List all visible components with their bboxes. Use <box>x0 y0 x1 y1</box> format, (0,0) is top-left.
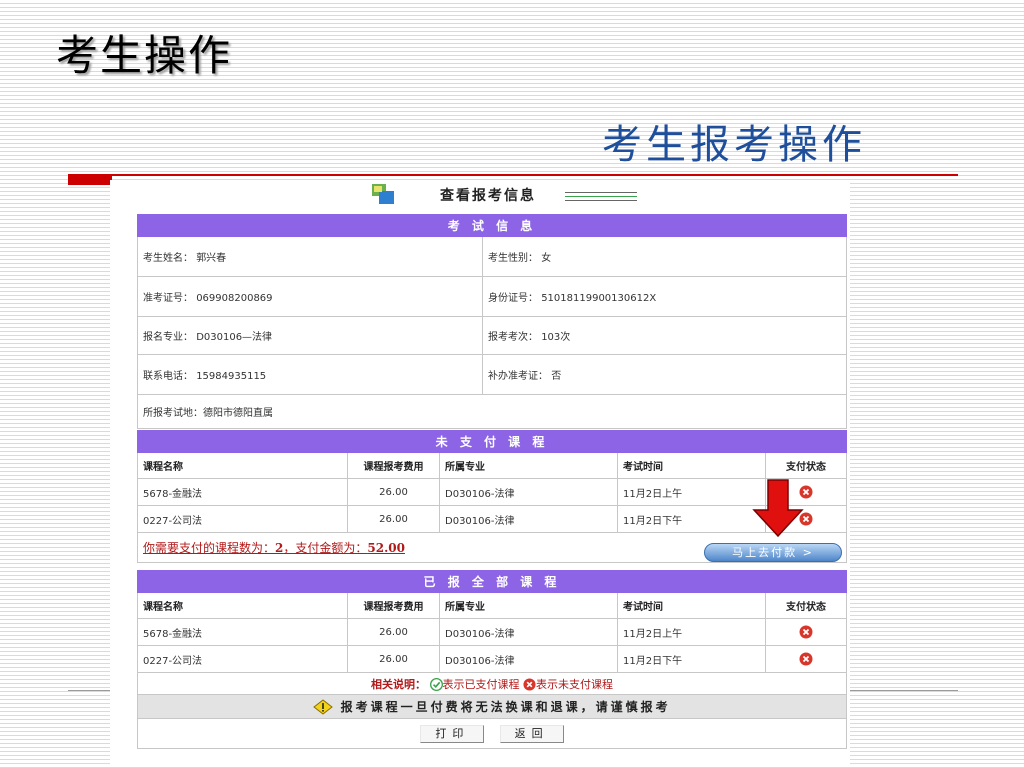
ticket-reissue: 否 <box>551 371 562 382</box>
paid-check-icon <box>429 678 443 691</box>
location-cell: 所报考试地：德阳市德阳直属 <box>137 394 847 429</box>
col-major: 所属专业 <box>439 452 618 479</box>
exam-location: 德阳市德阳直属 <box>203 408 273 419</box>
action-row: 打印 返回 <box>137 718 847 749</box>
warning-cell: 报考课程一旦付费将无法换课和退课，请谨慎报考 <box>137 694 847 719</box>
col-pay-status: 支付状态 <box>765 592 847 619</box>
col-exam-time: 考试时间 <box>617 592 766 619</box>
gender-cell: 考生性别： 女 <box>482 236 847 277</box>
name-cell: 考生姓名： 郭兴春 <box>137 236 483 277</box>
col-pay-status: 支付状态 <box>765 452 847 479</box>
exam-info-header: 考 试 信 息 <box>137 214 847 237</box>
registered-major: D030106—法律 <box>196 332 273 343</box>
phone-number: 15984935115 <box>196 371 267 382</box>
table-row: 5678-金融法 26.00 D030106-法律 11月2日上午 <box>137 618 847 646</box>
col-course-name: 课程名称 <box>137 452 348 479</box>
slide-title: 考生操作 <box>56 31 233 80</box>
course-name: 5678-金融法 <box>137 478 348 506</box>
table-row: 5678-金融法 26.00 D030106-法律 11月2日上午 <box>137 478 847 506</box>
course-major: D030106-法律 <box>439 618 618 646</box>
candidate-gender: 女 <box>541 253 552 264</box>
course-time: 11月2日下午 <box>617 645 766 673</box>
candidate-name: 郭兴春 <box>196 253 227 264</box>
slide-subtitle: 考生报考操作 <box>602 122 866 168</box>
course-name: 5678-金融法 <box>137 618 348 646</box>
legend: 相关说明： 表示已支付课程 表示未支付课程 <box>137 672 847 695</box>
payment-summary-text: 你需要支付的课程数为：2，支付金额为：52.00 <box>143 541 405 555</box>
attempts-cell: 报考考次： 103次 <box>482 316 847 355</box>
header-decoration <box>565 192 637 204</box>
id-cell: 身份证号： 510181199001306​12X <box>482 276 847 317</box>
exam-attempts: 103次 <box>541 332 571 343</box>
panel-header: 查看报考信息 <box>110 180 850 210</box>
warning-row: 报考课程一旦付费将无法换课和退课，请谨慎报考 <box>137 694 847 719</box>
course-major: D030106-法律 <box>439 505 618 533</box>
col-exam-time: 考试时间 <box>617 452 766 479</box>
legend-row: 相关说明： 表示已支付课程 表示未支付课程 <box>137 672 847 695</box>
course-fee: 26.00 <box>347 645 440 673</box>
table-row: 0227-公司法 26.00 D030106-法律 11月2日下午 <box>137 505 847 533</box>
course-time: 11月2日上午 <box>617 478 766 506</box>
pay-now-button[interactable]: 马上去付款 > <box>704 543 842 562</box>
grey-divider-right <box>850 690 958 691</box>
grey-divider-left <box>68 690 110 691</box>
legend-paid-text: 表示已支付课程 <box>442 677 520 691</box>
col-major: 所属专业 <box>439 592 618 619</box>
course-fee: 26.00 <box>347 478 440 506</box>
ticket-cell: 准考证号： 069908200869 <box>137 276 483 317</box>
unpaid-amount: 52.00 <box>367 541 405 555</box>
course-fee: 26.00 <box>347 618 440 646</box>
col-fee: 课程报考费用 <box>347 452 440 479</box>
course-major: D030106-法律 <box>439 645 618 673</box>
exam-registration-panel: 查看报考信息 考 试 信 息 考生姓名： 郭兴春 考生性别： 女 准考证号： 0… <box>110 180 850 766</box>
col-fee: 课程报考费用 <box>347 592 440 619</box>
course-time: 11月2日下午 <box>617 505 766 533</box>
registered-courses-table: 已 报 全 部 课 程 课程名称 课程报考费用 所属专业 考试时间 支付状态 5… <box>137 570 847 749</box>
id-number: 510181199001306​12X <box>541 293 657 304</box>
unpaid-x-icon <box>523 678 536 691</box>
red-divider <box>68 174 958 176</box>
course-name: 0227-公司法 <box>137 645 348 673</box>
pay-status-cell <box>765 618 847 646</box>
legend-unpaid-text: 表示未支付课程 <box>536 677 613 691</box>
panel-title: 查看报考信息 <box>440 188 536 204</box>
pay-status-cell <box>765 645 847 673</box>
course-fee: 26.00 <box>347 505 440 533</box>
ticket-number: 069908200869 <box>196 293 273 304</box>
down-arrow-icon <box>752 479 804 538</box>
warning-icon <box>313 699 334 715</box>
info-icon <box>372 184 394 204</box>
legend-label: 相关说明： <box>371 677 426 691</box>
red-accent-block <box>68 176 112 185</box>
unpaid-header: 未 支 付 课 程 <box>137 430 847 453</box>
registered-header: 已 报 全 部 课 程 <box>137 570 847 593</box>
back-button[interactable]: 返回 <box>499 724 564 743</box>
print-button[interactable]: 打印 <box>420 724 485 743</box>
action-cell: 打印 返回 <box>137 718 847 749</box>
table-row: 0227-公司法 26.00 D030106-法律 11月2日下午 <box>137 645 847 673</box>
col-course-name: 课程名称 <box>137 592 348 619</box>
warning-text: 报考课程一旦付费将无法换课和退课，请谨慎报考 <box>340 699 671 714</box>
major-cell: 报名专业： D030106—法律 <box>137 316 483 355</box>
exam-info-table: 考 试 信 息 考生姓名： 郭兴春 考生性别： 女 准考证号： 06990820… <box>137 214 847 429</box>
course-time: 11月2日上午 <box>617 618 766 646</box>
unpaid-x-icon <box>799 652 813 666</box>
phone-cell: 联系电话： 15984935115 <box>137 354 483 395</box>
course-major: D030106-法律 <box>439 478 618 506</box>
course-name: 0227-公司法 <box>137 505 348 533</box>
unpaid-x-icon <box>799 625 813 639</box>
reissue-cell: 补办准考证： 否 <box>482 354 847 395</box>
